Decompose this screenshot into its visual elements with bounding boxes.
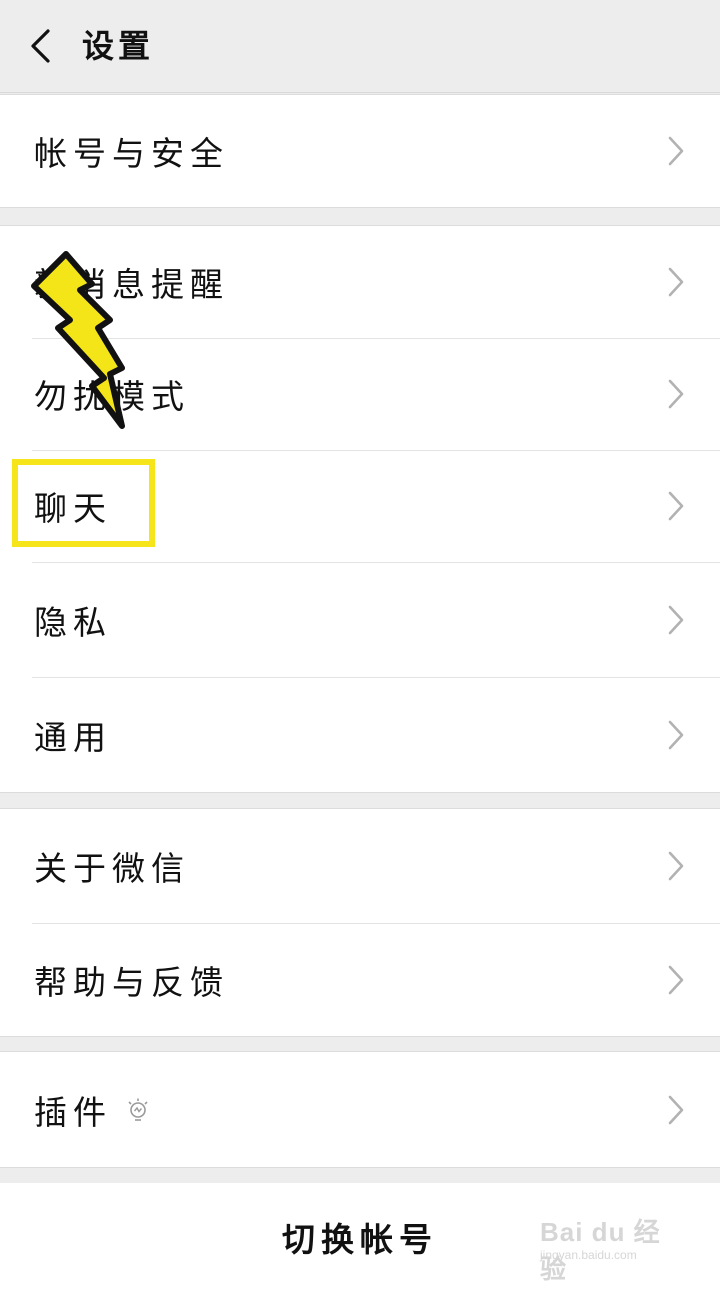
settings-group-main: 新消息提醒 勿扰模式 聊天 隐私 通用 [0,225,720,793]
settings-item-label: 勿扰模式 [34,377,190,416]
settings-group-account: 帐号与安全 [0,94,720,208]
watermark-url: jingyan.baidu.com [540,1248,637,1262]
chevron-right-icon [668,379,684,409]
chevron-right-icon [668,720,684,749]
chevron-right-icon [668,136,684,166]
settings-group-about: 关于微信 帮助与反馈 [0,808,720,1037]
settings-item-label-wrap: 插件 [34,1052,152,1167]
settings-item-label: 聊天 [34,489,112,528]
settings-item-do-not-disturb[interactable]: 勿扰模式 [0,338,720,450]
settings-item-label: 插件 [34,1092,112,1132]
settings-item-plugins[interactable]: 插件 [0,1052,720,1167]
settings-item-chat[interactable]: 聊天 [0,450,720,562]
settings-item-about[interactable]: 关于微信 [0,809,720,923]
watermark: Bai du 经验 jingyan.baidu.com [540,1212,680,1284]
top-bar: 设置 [0,0,720,93]
settings-item-help-feedback[interactable]: 帮助与反馈 [0,923,720,1036]
chevron-right-icon [668,1095,684,1124]
settings-item-label: 新消息提醒 [34,265,229,304]
settings-item-account-security[interactable]: 帐号与安全 [0,95,720,207]
back-button[interactable] [22,24,58,68]
settings-item-privacy[interactable]: 隐私 [0,562,720,677]
chevron-right-icon [668,851,684,881]
settings-item-notifications[interactable]: 新消息提醒 [0,226,720,338]
settings-item-label: 关于微信 [34,849,190,888]
settings-group-plugins: 插件 [0,1051,720,1168]
settings-item-label: 通用 [34,717,112,757]
bulb-icon [128,1098,148,1121]
settings-item-general[interactable]: 通用 [0,677,720,792]
settings-item-label: 帐号与安全 [34,134,229,173]
settings-item-label: 帮助与反馈 [34,962,229,1002]
chevron-right-icon [668,965,684,994]
chevron-right-icon [668,267,684,297]
page-title: 设置 [82,27,155,65]
chevron-left-icon [31,29,50,63]
settings-item-label: 隐私 [34,602,112,642]
chevron-right-icon [668,491,684,521]
chevron-right-icon [668,605,684,634]
